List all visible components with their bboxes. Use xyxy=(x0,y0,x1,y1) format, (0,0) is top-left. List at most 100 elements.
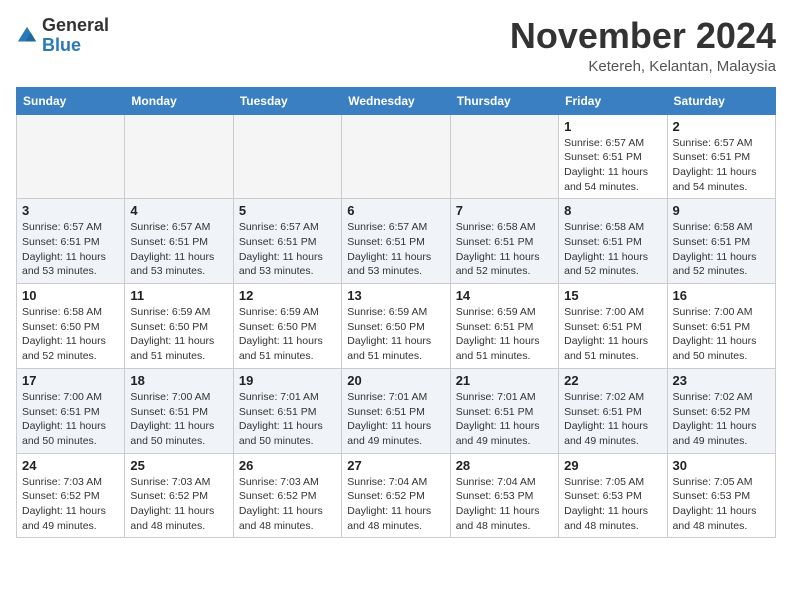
sunrise-info: Sunrise: 7:05 AM xyxy=(673,475,770,490)
sunrise-info: Sunrise: 7:00 AM xyxy=(564,305,661,320)
calendar-day: 2Sunrise: 6:57 AMSunset: 6:51 PMDaylight… xyxy=(667,114,775,199)
daylight-info: Daylight: 11 hours xyxy=(673,165,770,180)
calendar-day: 23 Sunrise: 7:02 AMSunset: 6:52 PMDayligh… xyxy=(667,368,775,453)
sunrise-info: Sunrise: 6:57 AM xyxy=(564,136,661,151)
calendar-table: SundayMondayTuesdayWednesdayThursdayFrid… xyxy=(16,87,776,539)
column-header-sunday: Sunday xyxy=(17,87,125,114)
day-number: 29 xyxy=(564,458,661,473)
sunrise-info: Sunrise: 6:59 AM xyxy=(347,305,444,320)
day-number: 30 xyxy=(673,458,770,473)
sunrise-info: Sunrise: 7:03 AM xyxy=(130,475,227,490)
day-info: Sunrise: 6:59 AMSunset: 6:51 PMDaylight:… xyxy=(456,305,553,364)
sunrise-info: Sunrise: 6:57 AM xyxy=(239,220,336,235)
calendar-day xyxy=(125,114,233,199)
calendar-day: 1Sunrise: 6:57 AMSunset: 6:51 PMDaylight… xyxy=(559,114,667,199)
sunset-info: Sunset: 6:51 PM xyxy=(130,405,227,420)
day-info: Sunrise: 7:00 AMSunset: 6:51 PMDaylight:… xyxy=(564,305,661,364)
day-number: 26 xyxy=(239,458,336,473)
sunset-info: Sunset: 6:51 PM xyxy=(564,150,661,165)
daylight-info: Daylight: 11 hours xyxy=(673,250,770,265)
day-number: 16 xyxy=(673,288,770,303)
calendar-day: 20Sunrise: 7:01 AMSunset: 6:51 PMDayligh… xyxy=(342,368,450,453)
daylight-info: Daylight: 11 hours xyxy=(673,334,770,349)
daylight-info: and 52 minutes. xyxy=(564,264,661,279)
daylight-info: Daylight: 11 hours xyxy=(22,419,119,434)
daylight-info: and 52 minutes. xyxy=(22,349,119,364)
day-info: Sunrise: 7:00 AMSunset: 6:51 PMDaylight:… xyxy=(673,305,770,364)
calendar-week-row: 1Sunrise: 6:57 AMSunset: 6:51 PMDaylight… xyxy=(17,114,776,199)
day-number: 2 xyxy=(673,119,770,134)
sunrise-info: Sunrise: 7:01 AM xyxy=(347,390,444,405)
sunrise-info: Sunrise: 7:04 AM xyxy=(456,475,553,490)
sunrise-info: Sunrise: 6:57 AM xyxy=(347,220,444,235)
day-info: Sunrise: 6:59 AMSunset: 6:50 PMDaylight:… xyxy=(239,305,336,364)
sunrise-info: Sunrise: 7:04 AM xyxy=(347,475,444,490)
daylight-info: Daylight: 11 hours xyxy=(347,504,444,519)
day-info: Sunrise: 7:04 AMSunset: 6:53 PMDaylight:… xyxy=(456,475,553,534)
daylight-info: and 49 minutes. xyxy=(456,434,553,449)
daylight-info: and 50 minutes. xyxy=(239,434,336,449)
calendar-day: 25 Sunrise: 7:03 AMSunset: 6:52 PMDayligh… xyxy=(125,453,233,538)
day-info: Sunrise: 6:58 AMSunset: 6:51 PMDaylight:… xyxy=(673,220,770,279)
logo-general: General xyxy=(42,15,109,35)
day-number: 25 xyxy=(130,458,227,473)
day-number: 23 xyxy=(673,373,770,388)
logo: General Blue xyxy=(16,16,109,56)
sunset-info: Sunset: 6:51 PM xyxy=(22,405,119,420)
sunset-info: Sunset: 6:50 PM xyxy=(347,320,444,335)
day-number: 15 xyxy=(564,288,661,303)
day-info: Sunrise: 7:02 AMSunset: 6:52 PMDaylight:… xyxy=(673,390,770,449)
calendar-day: 6Sunrise: 6:57 AMSunset: 6:51 PMDaylight… xyxy=(342,199,450,284)
daylight-info: and 53 minutes. xyxy=(22,264,119,279)
calendar-day: 7Sunrise: 6:58 AMSunset: 6:51 PMDaylight… xyxy=(450,199,558,284)
daylight-info: and 51 minutes. xyxy=(347,349,444,364)
day-info: Sunrise: 7:03 AMSunset: 6:52 PMDaylight:… xyxy=(130,475,227,534)
daylight-info: Daylight: 11 hours xyxy=(130,250,227,265)
sunset-info: Sunset: 6:51 PM xyxy=(456,235,553,250)
daylight-info: Daylight: 11 hours xyxy=(564,504,661,519)
day-info: Sunrise: 6:59 AMSunset: 6:50 PMDaylight:… xyxy=(347,305,444,364)
day-info: Sunrise: 7:04 AMSunset: 6:52 PMDaylight:… xyxy=(347,475,444,534)
logo-blue: Blue xyxy=(42,35,81,55)
day-number: 8 xyxy=(564,203,661,218)
day-info: Sunrise: 6:57 AMSunset: 6:51 PMDaylight:… xyxy=(22,220,119,279)
day-info: Sunrise: 7:01 AMSunset: 6:51 PMDaylight:… xyxy=(347,390,444,449)
daylight-info: Daylight: 11 hours xyxy=(130,504,227,519)
daylight-info: Daylight: 11 hours xyxy=(130,334,227,349)
day-info: Sunrise: 6:58 AMSunset: 6:51 PMDaylight:… xyxy=(456,220,553,279)
day-number: 14 xyxy=(456,288,553,303)
daylight-info: Daylight: 11 hours xyxy=(347,250,444,265)
daylight-info: Daylight: 11 hours xyxy=(347,419,444,434)
day-number: 4 xyxy=(130,203,227,218)
daylight-info: Daylight: 11 hours xyxy=(239,419,336,434)
sunset-info: Sunset: 6:51 PM xyxy=(239,405,336,420)
calendar-day: 22Sunrise: 7:02 AMSunset: 6:51 PMDayligh… xyxy=(559,368,667,453)
daylight-info: Daylight: 11 hours xyxy=(456,250,553,265)
sunset-info: Sunset: 6:51 PM xyxy=(22,235,119,250)
calendar-day: 4Sunrise: 6:57 AMSunset: 6:51 PMDaylight… xyxy=(125,199,233,284)
sunset-info: Sunset: 6:52 PM xyxy=(347,489,444,504)
sunrise-info: Sunrise: 6:57 AM xyxy=(673,136,770,151)
daylight-info: and 52 minutes. xyxy=(456,264,553,279)
daylight-info: and 48 minutes. xyxy=(239,519,336,534)
daylight-info: and 48 minutes. xyxy=(347,519,444,534)
daylight-info: Daylight: 11 hours xyxy=(456,419,553,434)
logo-icon xyxy=(16,25,38,47)
sunset-info: Sunset: 6:51 PM xyxy=(673,235,770,250)
sunrise-info: Sunrise: 6:58 AM xyxy=(564,220,661,235)
daylight-info: and 48 minutes. xyxy=(130,519,227,534)
calendar-day: 15 Sunrise: 7:00 AMSunset: 6:51 PMDayligh… xyxy=(559,284,667,369)
sunrise-info: Sunrise: 7:00 AM xyxy=(673,305,770,320)
sunrise-info: Sunrise: 7:03 AM xyxy=(239,475,336,490)
daylight-info: Daylight: 11 hours xyxy=(239,250,336,265)
day-number: 6 xyxy=(347,203,444,218)
calendar-week-row: 10Sunrise: 6:58 AMSunset: 6:50 PMDayligh… xyxy=(17,284,776,369)
day-number: 27 xyxy=(347,458,444,473)
day-number: 19 xyxy=(239,373,336,388)
sunrise-info: Sunrise: 6:58 AM xyxy=(673,220,770,235)
day-info: Sunrise: 7:03 AMSunset: 6:52 PMDaylight:… xyxy=(239,475,336,534)
day-info: Sunrise: 7:02 AMSunset: 6:51 PMDaylight:… xyxy=(564,390,661,449)
day-number: 1 xyxy=(564,119,661,134)
sunset-info: Sunset: 6:50 PM xyxy=(130,320,227,335)
sunrise-info: Sunrise: 6:59 AM xyxy=(130,305,227,320)
